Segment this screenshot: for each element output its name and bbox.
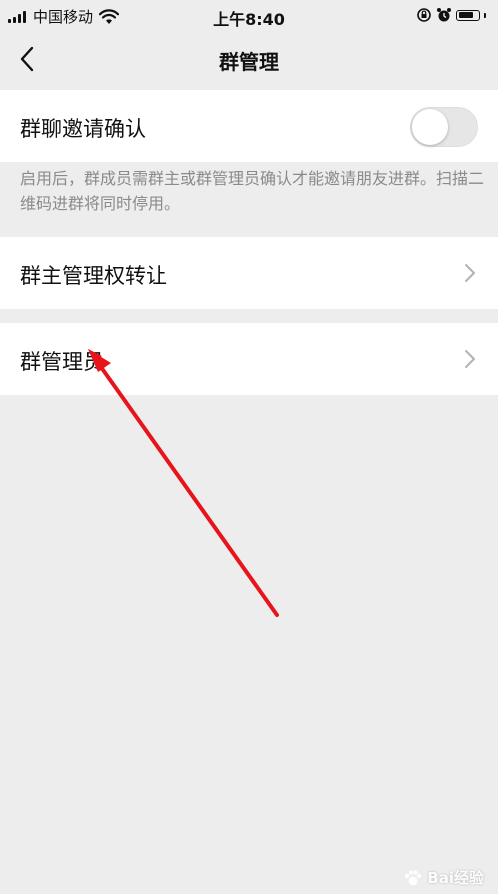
alarm-icon <box>437 8 451 22</box>
toggle-knob <box>412 109 448 145</box>
group-admins-row[interactable]: 群管理员 <box>0 323 498 395</box>
paw-icon <box>405 869 422 885</box>
battery-level <box>458 12 473 18</box>
chevron-right-icon <box>465 350 475 368</box>
watermark: Bai经验 <box>403 867 484 888</box>
battery-cap <box>484 12 486 18</box>
group-admins-label: 群管理员 <box>20 350 104 374</box>
battery-icon <box>456 9 480 21</box>
transfer-owner-label: 群主管理权转让 <box>20 264 167 288</box>
invite-hint-text: 启用后，群成员需群主或群管理员确认才能邀请朋友进群。扫描二维码进群将同时停用。 <box>20 169 485 213</box>
lock-rotation-icon <box>417 8 431 22</box>
chevron-right-icon <box>465 264 475 282</box>
page-title: 群管理 <box>219 50 279 74</box>
status-right <box>416 7 486 23</box>
invite-confirm-row: 群聊邀请确认 <box>0 90 498 162</box>
transfer-owner-row[interactable]: 群主管理权转让 <box>0 237 498 309</box>
status-bar: 中国移动 上午8:40 <box>0 0 498 34</box>
invite-confirm-label: 群聊邀请确认 <box>20 117 146 141</box>
nav-bar: 群管理 <box>0 34 498 84</box>
watermark-text: Bai经验 <box>427 869 484 887</box>
invite-confirm-toggle[interactable] <box>410 107 478 147</box>
